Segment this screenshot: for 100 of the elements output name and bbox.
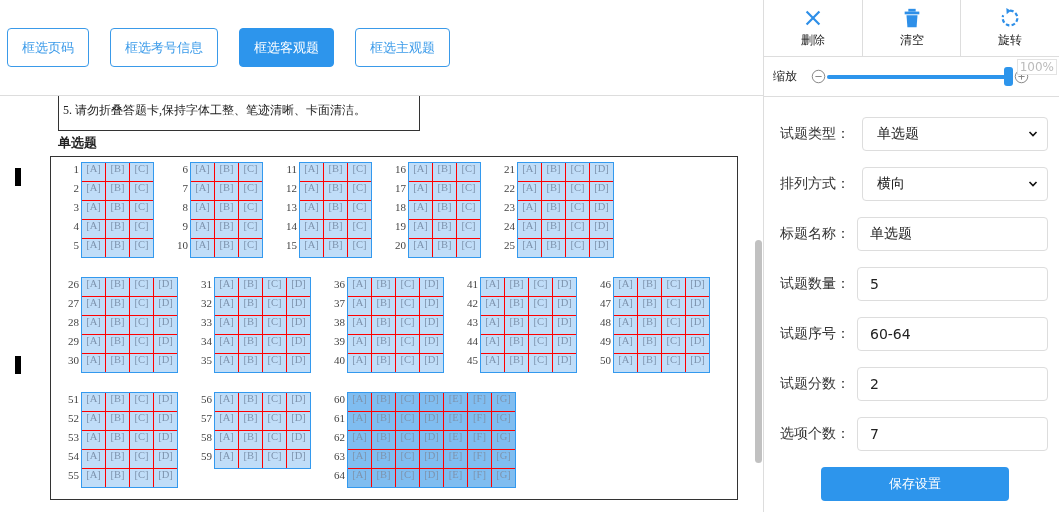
option-cell: [A]: [191, 239, 215, 257]
option-cell: [A]: [82, 450, 106, 468]
question-number: 62: [333, 431, 346, 445]
zoom-slider[interactable]: [827, 67, 1013, 86]
option-cell: [D]: [420, 469, 444, 487]
option-cell-text: [G]: [495, 469, 512, 482]
option-cell-text: [D]: [157, 412, 174, 425]
option-cell: [C]: [396, 393, 420, 411]
option-cell: [C]: [263, 393, 287, 411]
select-tool-button[interactable]: 框选考号信息: [110, 28, 218, 67]
option-cell: [C]: [263, 297, 287, 315]
option-grid[interactable]: [A] [B] [C] [D] [A] [B] [C] [D] [A] [B] [C] [D] [A] [B] [C] [D]: [214, 392, 311, 469]
option-cell-text: [D]: [157, 297, 174, 310]
input-field[interactable]: 5: [857, 267, 1048, 301]
option-cell: [A]: [348, 354, 372, 372]
option-cell: [C]: [662, 335, 686, 353]
option-cell-text: [G]: [495, 431, 512, 444]
option-cell: [A]: [518, 182, 542, 200]
option-cell-text: [C]: [242, 163, 259, 176]
select-tool-button[interactable]: 框选页码: [7, 28, 89, 67]
option-cell: [B]: [372, 297, 396, 315]
option-cell-text: [D]: [290, 354, 307, 367]
slider-thumb[interactable]: [1004, 67, 1013, 86]
question-number: 30: [67, 354, 80, 368]
option-cell-text: [C]: [460, 239, 477, 252]
option-grid[interactable]: [A] [B] [C] [D] [A] [B] [C] [D] [A] [B] [C] [D] [A] [B] [C] [D] [A] [B] [C] [D]: [81, 277, 178, 373]
option-cell: [A]: [215, 450, 239, 468]
option-cell: [A]: [481, 354, 505, 372]
option-grid[interactable]: [A] [B] [C] [A] [B] [C] [A] [B] [C] [A] [B] [C] [A] [B] [C]: [190, 162, 263, 258]
option-grid[interactable]: [A] [B] [C] [D] [A] [B] [C] [D] [A] [B] [C] [D] [A] [B] [C] [D] [A] [B] [C] [D]: [517, 162, 614, 258]
option-cell: [B]: [372, 412, 396, 430]
question-number: 37: [333, 297, 346, 311]
input-field[interactable]: 2: [857, 367, 1048, 401]
option-grid[interactable]: [A] [B] [C] [D] [A] [B] [C] [D] [A] [B] [C] [D] [A] [B] [C] [D] [A] [B] [C] [D]: [480, 277, 577, 373]
question-number: 3: [72, 201, 80, 215]
option-cell: [B]: [433, 239, 457, 257]
option-cell: [B]: [239, 316, 263, 334]
option-cell: [C]: [263, 450, 287, 468]
option-cell-text: [D]: [556, 354, 573, 367]
option-cell: [C]: [566, 239, 590, 257]
option-cell: [C]: [130, 335, 154, 353]
option-cell: [C]: [130, 297, 154, 315]
option-grid[interactable]: [A] [B] [C] [A] [B] [C] [A] [B] [C] [A] [B] [C] [A] [B] [C]: [299, 162, 372, 258]
option-cell: [B]: [324, 239, 348, 257]
question-number: 19: [394, 220, 407, 234]
option-grid[interactable]: [A] [B] [C] [D] [A] [B] [C] [D] [A] [B] [C] [D] [A] [B] [C] [D] [A] [B] [C] [D]: [613, 277, 710, 373]
option-cell-text: [D]: [689, 278, 706, 291]
question-number: 7: [181, 182, 189, 196]
input-field[interactable]: 单选题: [857, 217, 1048, 251]
option-cell-text: [C]: [133, 163, 150, 176]
dropdown[interactable]: 单选题: [862, 117, 1048, 151]
option-cell: [C]: [130, 450, 154, 468]
save-button[interactable]: 保存设置: [821, 467, 1009, 501]
option-cell: [B]: [106, 393, 130, 411]
option-cell: [A]: [82, 297, 106, 315]
option-cell: [C]: [396, 469, 420, 487]
option-cell-text: [D]: [157, 469, 174, 482]
option-cell: [B]: [372, 431, 396, 449]
option-cell: [B]: [239, 393, 263, 411]
option-cell-text: [C]: [460, 201, 477, 214]
option-cell-text: [D]: [593, 201, 610, 214]
dropdown[interactable]: 横向: [862, 167, 1048, 201]
option-cell: [A]: [481, 316, 505, 334]
option-cell: [A]: [300, 201, 324, 219]
option-cell-text: [G]: [495, 450, 512, 463]
option-cell-text: [C]: [460, 163, 477, 176]
option-cell: [C]: [662, 354, 686, 372]
option-cell: [C]: [396, 335, 420, 353]
option-cell: [A]: [614, 354, 638, 372]
option-grid[interactable]: [A] [B] [C] [D] [A] [B] [C] [D] [A] [B] [C] [D] [A] [B] [C] [D] [A] [B] [C] [D]: [347, 277, 444, 373]
option-cell: [C]: [130, 316, 154, 334]
scrollbar[interactable]: [755, 240, 762, 463]
question-number: 47: [599, 297, 612, 311]
option-cell: [A]: [82, 316, 106, 334]
option-cell: [A]: [518, 163, 542, 181]
question-number: 53: [67, 431, 80, 445]
select-tool-button[interactable]: 框选主观题: [355, 28, 450, 67]
option-cell-text: [D]: [423, 354, 440, 367]
option-cell: [A]: [300, 239, 324, 257]
question-number: 49: [599, 335, 612, 349]
option-grid[interactable]: [A] [B] [C] [D] [A] [B] [C] [D] [A] [B] [C] [D] [A] [B] [C] [D] [A] [B] [C] [D]: [214, 277, 311, 373]
input-field[interactable]: 7: [857, 417, 1048, 451]
option-grid[interactable]: [A] [B] [C] [D] [A] [B] [C] [D] [A] [B] [C] [D] [A] [B] [C] [D] [A] [B] [C] [D]: [81, 392, 178, 488]
question-number: 43: [466, 316, 479, 330]
option-grid[interactable]: [A] [B] [C] [A] [B] [C] [A] [B] [C] [A] [B] [C] [A] [B] [C]: [81, 162, 154, 258]
option-cell: [C]: [396, 278, 420, 296]
option-cell-text: [D]: [157, 431, 174, 444]
option-cell: [B]: [542, 182, 566, 200]
option-cell: [B]: [106, 431, 130, 449]
question-number: 40: [333, 354, 346, 368]
option-cell: [D]: [420, 450, 444, 468]
input-field[interactable]: 60-64: [857, 317, 1048, 351]
option-grid[interactable]: [A] [B] [C] [A] [B] [C] [A] [B] [C] [A] [B] [C] [A] [B] [C]: [408, 162, 481, 258]
option-cell-text: [D]: [556, 297, 573, 310]
select-tool-button[interactable]: 框选客观题: [239, 28, 334, 67]
field-label: 排列方式：: [780, 175, 851, 193]
option-cell: [A]: [191, 220, 215, 238]
question-number: 4: [72, 220, 80, 234]
question-number: 41: [466, 278, 479, 292]
option-cell: [F]: [468, 450, 492, 468]
